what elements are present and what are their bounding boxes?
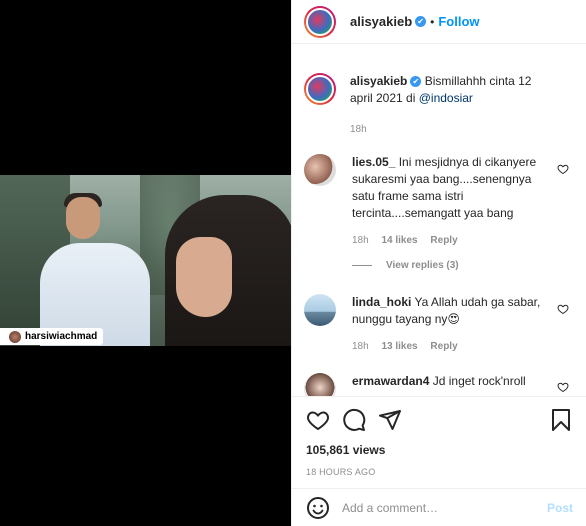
comment-time[interactable]: 18h xyxy=(352,341,369,352)
tag-avatar xyxy=(9,330,21,343)
post-actions: 105,861 views 18 HOURS AGO xyxy=(292,396,586,485)
tag-username: harsiwiachmad xyxy=(25,331,98,342)
woman-face xyxy=(176,237,232,317)
commenter-avatar[interactable] xyxy=(304,373,336,396)
man-head xyxy=(66,197,100,239)
post-sidebar: alisyakieb ✔ • Follow alisyakieb ✔ Bismil… xyxy=(291,0,586,526)
share-icon[interactable] xyxy=(378,408,402,432)
list-item: linda_hoki Ya Allah udah ga sabar, nungg… xyxy=(304,294,586,355)
view-count[interactable]: 105,861 views xyxy=(306,443,573,457)
caption-avatar[interactable] xyxy=(304,73,336,105)
comment-heart-icon[interactable] xyxy=(557,303,569,315)
emoji-icon[interactable] xyxy=(306,496,330,520)
post-media: harsiwiachmad xyxy=(0,0,291,526)
commenter-username[interactable]: ermawardan4 xyxy=(352,374,429,388)
comment-icon[interactable] xyxy=(342,408,366,432)
caption-mention[interactable]: @indosiar xyxy=(419,91,473,105)
bookmark-icon[interactable] xyxy=(549,408,573,432)
follow-button[interactable]: Follow xyxy=(438,14,479,29)
caption: alisyakieb ✔ Bismillahhh cinta 12 april 2… xyxy=(304,73,586,138)
separator-dot: • xyxy=(430,14,435,29)
comment-likes[interactable]: 14 likes xyxy=(381,235,417,246)
view-replies-button[interactable]: View replies (3) xyxy=(352,260,459,271)
commenter-avatar[interactable] xyxy=(304,294,336,326)
post-timestamp[interactable]: 18 HOURS AGO xyxy=(306,467,573,477)
comment-heart-icon[interactable] xyxy=(557,381,569,393)
comment-composer: Post xyxy=(292,488,586,526)
comment-time[interactable]: 18h xyxy=(352,235,369,246)
verified-icon: ✔ xyxy=(415,16,427,27)
caption-time[interactable]: 18h xyxy=(350,124,367,135)
commenter-username[interactable]: linda_hoki xyxy=(352,295,411,309)
comment-heart-icon[interactable] xyxy=(557,163,569,175)
comment-input[interactable] xyxy=(342,500,537,515)
reply-button[interactable]: Reply xyxy=(430,235,457,246)
commenter-avatar[interactable] xyxy=(304,154,336,186)
list-item: ermawardan4 Jd inget rock'nroll xyxy=(304,373,586,396)
comment-likes[interactable]: 13 likes xyxy=(381,341,417,352)
list-item: lies.05_ Ini mesjidnya di cikanyere suka… xyxy=(304,154,586,249)
author-avatar[interactable] xyxy=(304,5,336,38)
verified-icon: ✔ xyxy=(410,76,422,88)
replies-line xyxy=(352,265,372,266)
post-header: alisyakieb ✔ • Follow xyxy=(292,0,586,44)
post-button[interactable]: Post xyxy=(547,501,573,515)
heart-icon[interactable] xyxy=(306,408,330,432)
caption-username[interactable]: alisyakieb xyxy=(350,74,407,88)
video-player[interactable] xyxy=(0,175,291,346)
user-tag[interactable]: harsiwiachmad xyxy=(0,328,104,345)
reply-button[interactable]: Reply xyxy=(430,341,457,352)
author-username[interactable]: alisyakieb xyxy=(350,14,412,29)
comments-list[interactable]: alisyakieb ✔ Bismillahhh cinta 12 april 2… xyxy=(292,45,586,396)
view-replies-label: View replies (3) xyxy=(386,260,459,271)
comment-text: Jd inget rock'nroll xyxy=(432,374,526,388)
commenter-username[interactable]: lies.05_ xyxy=(352,155,395,169)
